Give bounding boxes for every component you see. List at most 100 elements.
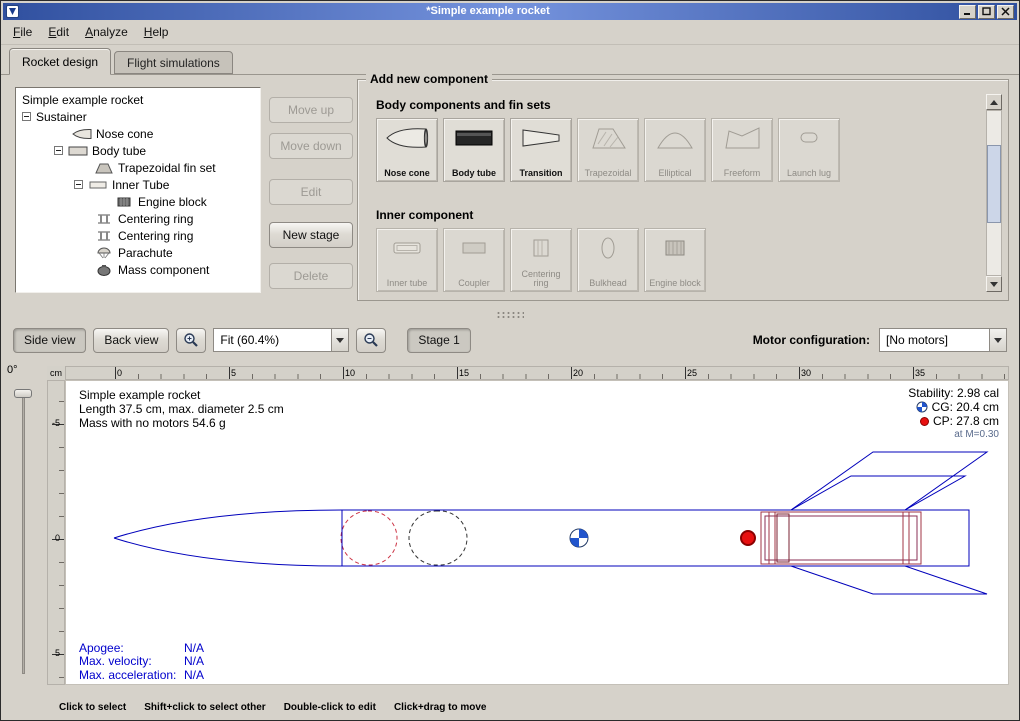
menu-edit[interactable]: Edit [40, 22, 77, 42]
component-tree[interactable]: Simple example rocket Sustainer Nose con… [15, 87, 261, 293]
add-nose-cone-button[interactable]: Nose cone [376, 118, 438, 182]
app-window: *Simple example rocket File Edit Analyze… [0, 0, 1020, 721]
split-pane-divider[interactable] [1, 307, 1019, 322]
flight-info: Apogee:N/A Max. velocity:N/A Max. accele… [79, 642, 204, 683]
scroll-up-button[interactable] [986, 94, 1002, 110]
transition-icon [519, 124, 563, 152]
hint-shift-click: Shift+click to select other [144, 702, 265, 713]
centering-ring-icon [519, 234, 563, 262]
menubar: File Edit Analyze Help [1, 20, 1019, 45]
zoom-select[interactable]: Fit (60.4%) [213, 328, 349, 352]
scroll-down-button[interactable] [986, 276, 1002, 292]
magnifier-plus-icon [183, 332, 199, 348]
max-velocity-value: N/A [184, 654, 204, 668]
launch-lug-icon [787, 124, 831, 152]
app-icon [6, 5, 19, 18]
tree-item-mass-component[interactable]: Mass component [16, 261, 260, 278]
engine-block-icon [114, 196, 134, 208]
freeform-fin-icon [720, 124, 764, 152]
add-transition-button[interactable]: Transition [510, 118, 572, 182]
hint-click-drag: Click+drag to move [394, 702, 487, 713]
tree-item-nose-cone[interactable]: Nose cone [16, 125, 260, 142]
stability-info: Stability: 2.98 cal CG: 20.4 cm CP: 27.8… [908, 386, 999, 442]
inner-group-title: Inner component [376, 208, 473, 222]
tree-item-label: Trapezoidal fin set [118, 161, 216, 175]
rotation-slider [22, 392, 25, 674]
add-freeform-fin-button: Freeform [711, 118, 773, 182]
add-component-title: Add new component [366, 72, 492, 86]
design-panel: Simple example rocket Sustainer Nose con… [1, 75, 1019, 307]
add-panel-scrollbar[interactable] [986, 94, 1002, 292]
tree-item-rocket[interactable]: Simple example rocket [16, 91, 260, 108]
collapse-icon[interactable] [54, 146, 63, 155]
trapezoidal-fin-icon [586, 124, 630, 152]
chevron-down-icon[interactable] [331, 329, 348, 351]
tree-item-inner-tube[interactable]: Inner Tube [16, 176, 260, 193]
rotation-slider-handle[interactable] [14, 389, 32, 398]
tab-flight-simulations[interactable]: Flight simulations [114, 51, 233, 74]
minimize-button[interactable] [959, 5, 976, 19]
tree-item-sustainer[interactable]: Sustainer [16, 108, 260, 125]
collapse-icon[interactable] [74, 180, 83, 189]
rocket-outline [114, 452, 987, 594]
stage-1-toggle[interactable]: Stage 1 [407, 328, 470, 353]
tree-item-label: Body tube [92, 144, 146, 158]
tree-item-label: Inner Tube [112, 178, 169, 192]
scrollbar-track[interactable] [986, 110, 1002, 276]
add-launch-lug-button: Launch lug [778, 118, 840, 182]
collapse-icon[interactable] [22, 112, 31, 121]
motor-configuration-value: [No motors] [880, 333, 989, 347]
cp-marker [741, 531, 755, 545]
max-velocity-label: Max. velocity: [79, 655, 184, 669]
scrollbar-thumb[interactable] [987, 145, 1001, 223]
inner-tube-icon [385, 234, 429, 262]
splitter-grip-icon [496, 311, 524, 318]
centering-ring-icon [94, 213, 114, 225]
nose-cone-icon [385, 124, 429, 152]
rocket-drawing-area[interactable]: Simple example rocket Length 37.5 cm, ma… [65, 380, 1009, 685]
horizontal-ruler: 0 5 10 15 20 25 30 35 [65, 366, 1009, 380]
fin-outline [791, 476, 965, 510]
close-button[interactable] [997, 5, 1014, 19]
back-view-button[interactable]: Back view [93, 328, 169, 353]
coupler-icon [452, 234, 496, 262]
chevron-down-icon[interactable] [989, 329, 1006, 351]
zoom-in-button[interactable] [176, 328, 206, 353]
edit-button: Edit [269, 179, 353, 205]
tree-item-parachute[interactable]: Parachute [16, 244, 260, 261]
menu-help[interactable]: Help [136, 22, 177, 42]
figure-canvas: 0° cm 0 5 10 15 20 25 30 35 -5 0 5 [1, 358, 1019, 694]
statusbar: Click to select Shift+click to select ot… [1, 694, 1019, 720]
menu-file[interactable]: File [5, 22, 40, 42]
ruler-unit: cm [47, 366, 65, 380]
motor-configuration-select[interactable]: [No motors] [879, 328, 1007, 352]
body-tube-outline [342, 510, 969, 566]
maximize-button[interactable] [978, 5, 995, 19]
tree-item-engine-block[interactable]: Engine block [16, 193, 260, 210]
tree-item-fin-set[interactable]: Trapezoidal fin set [16, 159, 260, 176]
arrow-down-icon [990, 282, 998, 287]
arrow-up-icon [990, 100, 998, 105]
rocket-mass: Mass with no motors 54.6 g [79, 416, 284, 430]
rocket-name: Simple example rocket [79, 388, 284, 402]
tree-item-centering-ring-2[interactable]: Centering ring [16, 227, 260, 244]
view-toolbar: Side view Back view Fit (60.4%) Stage 1 … [1, 322, 1019, 358]
move-up-button: Move up [269, 97, 353, 123]
side-view-button[interactable]: Side view [13, 328, 86, 353]
body-group-title: Body components and fin sets [376, 98, 551, 112]
new-stage-button[interactable]: New stage [269, 222, 353, 248]
add-body-tube-button[interactable]: Body tube [443, 118, 505, 182]
menu-analyze[interactable]: Analyze [77, 22, 136, 42]
tab-bar: Rocket design Flight simulations [1, 45, 1019, 75]
tree-item-body-tube[interactable]: Body tube [16, 142, 260, 159]
zoom-out-button[interactable] [356, 328, 386, 353]
rotation-value: 0° [7, 364, 18, 376]
tab-rocket-design[interactable]: Rocket design [9, 48, 111, 75]
bulkhead-icon [586, 234, 630, 262]
engine-block-icon [653, 234, 697, 262]
tree-item-label: Centering ring [118, 229, 193, 243]
tree-item-centering-ring-1[interactable]: Centering ring [16, 210, 260, 227]
window-title: *Simple example rocket [19, 3, 957, 20]
parachute-icon [94, 247, 114, 259]
max-acceleration-label: Max. acceleration: [79, 669, 184, 683]
